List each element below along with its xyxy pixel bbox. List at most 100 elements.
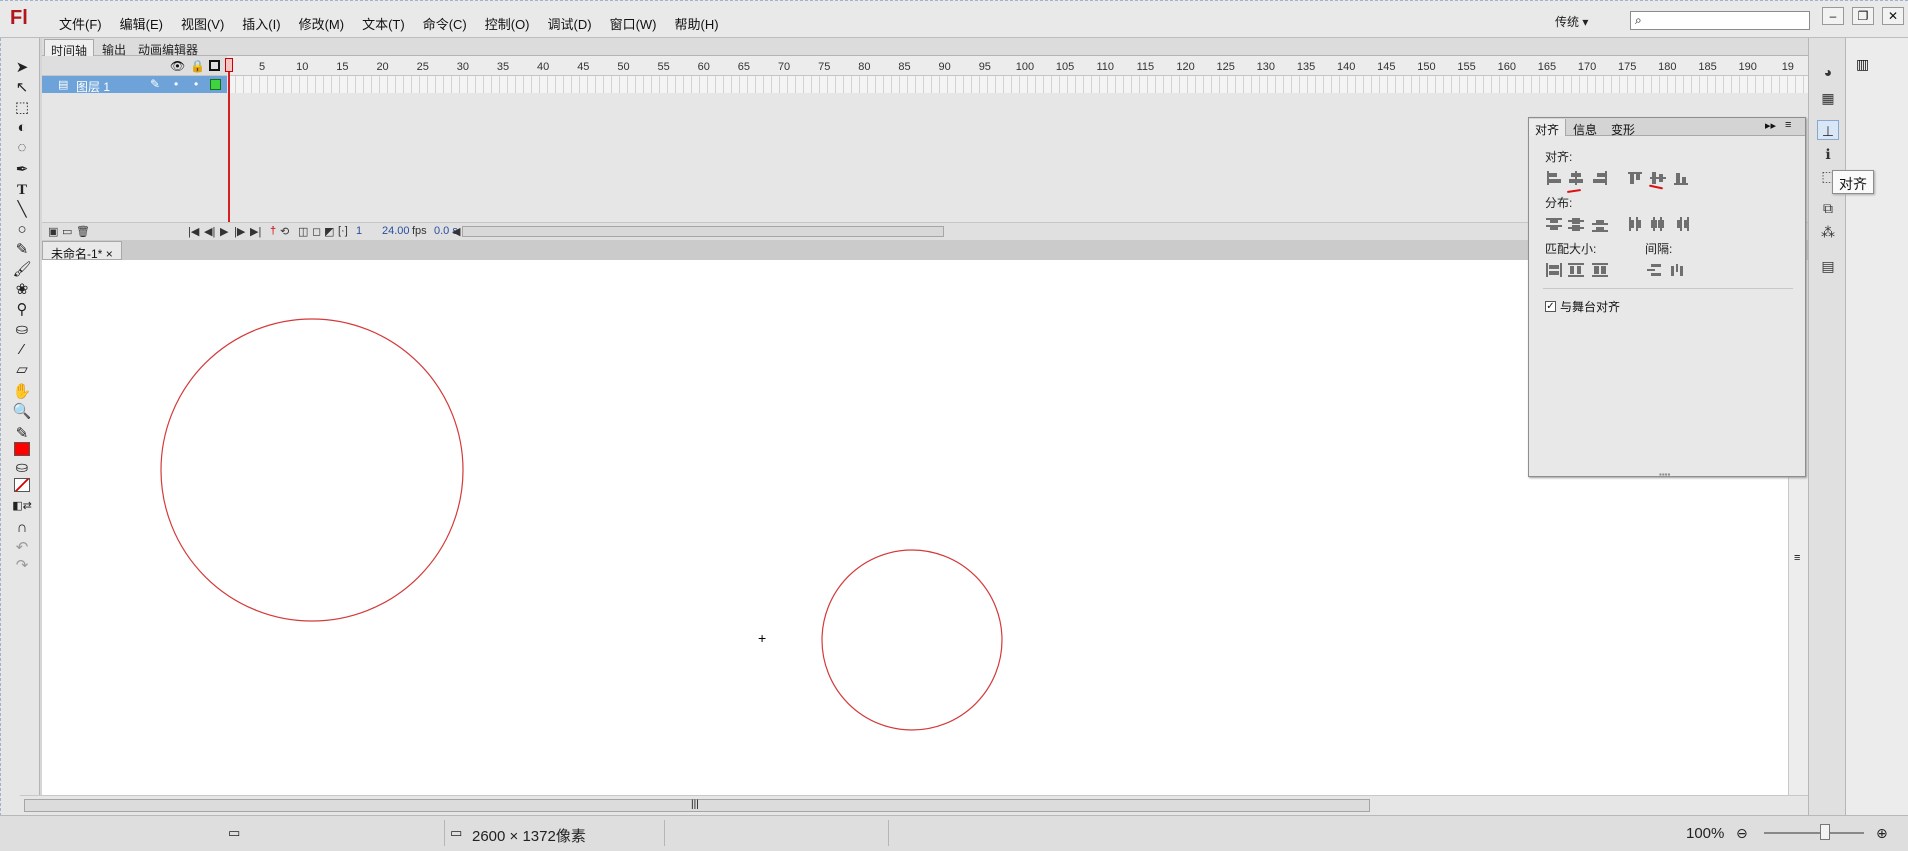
lasso-tool-icon[interactable]: ◌ bbox=[11, 138, 33, 158]
first-frame-icon[interactable]: |◀ bbox=[188, 225, 199, 238]
collapse-panel-icon[interactable]: ▸▸ bbox=[1765, 119, 1776, 132]
prev-frame-icon[interactable]: ◀| bbox=[204, 225, 215, 238]
stroke-color-icon[interactable]: ✎ bbox=[11, 424, 33, 444]
edit-multiple-icon[interactable]: ◩ bbox=[324, 225, 334, 238]
layer-name[interactable]: 图层 1 bbox=[76, 78, 110, 95]
eyedropper-tool-icon[interactable]: ⁄ bbox=[11, 340, 33, 360]
info-panel-icon[interactable]: ℹ bbox=[1817, 144, 1839, 164]
line-tool-icon[interactable]: ╲ bbox=[11, 200, 33, 220]
text-tool-icon[interactable]: T bbox=[11, 180, 33, 200]
space-evenly-vertical-button[interactable] bbox=[1645, 262, 1663, 278]
oval-tool-icon[interactable]: ○ bbox=[11, 220, 33, 240]
minimize-button[interactable]: – bbox=[1822, 7, 1844, 25]
align-to-stage-checkbox[interactable]: ✓ bbox=[1545, 301, 1556, 312]
match-width-button[interactable] bbox=[1545, 262, 1563, 278]
close-tab-icon[interactable]: × bbox=[106, 247, 113, 261]
visible-dot[interactable]: • bbox=[174, 77, 178, 91]
distribute-hcenter-button[interactable] bbox=[1649, 216, 1667, 232]
zoom-tool-icon[interactable]: 🔍 bbox=[11, 402, 33, 422]
distribute-top-button[interactable] bbox=[1545, 216, 1563, 232]
stage[interactable] bbox=[42, 260, 1788, 795]
pencil-tool-icon[interactable]: ✎ bbox=[11, 240, 33, 260]
eraser-tool-icon[interactable]: ▱ bbox=[11, 360, 33, 380]
delete-layer-icon[interactable]: 🗑 bbox=[76, 225, 90, 238]
paint-bucket-tool-icon[interactable]: ⛀ bbox=[11, 320, 33, 340]
pen-tool-icon[interactable]: ✒ bbox=[11, 160, 33, 180]
subselection-tool-icon[interactable]: ↖ bbox=[11, 78, 33, 98]
eye-icon[interactable]: 👁 bbox=[170, 59, 185, 73]
menu-item[interactable]: 命令(C) bbox=[414, 14, 476, 33]
align-panel-icon[interactable]: ⊥ bbox=[1817, 120, 1839, 140]
selection-tool-icon[interactable]: ➤ bbox=[11, 58, 33, 78]
zoom-slider-handle[interactable] bbox=[1820, 824, 1830, 840]
zoom-level[interactable]: 100% bbox=[1686, 825, 1724, 842]
motion-presets-icon[interactable]: ⁂ bbox=[1817, 222, 1839, 242]
layer-outline-color[interactable] bbox=[210, 79, 221, 90]
tab-align[interactable]: 对齐 bbox=[1529, 119, 1567, 137]
color-panel-icon[interactable]: ◕ bbox=[1817, 62, 1839, 82]
new-layer-icon[interactable]: ▣ bbox=[48, 225, 58, 238]
distribute-left-button[interactable] bbox=[1627, 216, 1645, 232]
space-evenly-horizontal-button[interactable] bbox=[1669, 262, 1687, 278]
next-frame-icon[interactable]: |▶ bbox=[234, 225, 245, 238]
lock-icon[interactable]: 🔒 bbox=[190, 59, 205, 73]
align-left-button[interactable] bbox=[1545, 170, 1563, 186]
lock-dot[interactable]: • bbox=[194, 77, 198, 91]
current-frame[interactable]: 1 bbox=[356, 225, 362, 237]
new-folder-icon[interactable]: ▭ bbox=[62, 225, 72, 238]
distribute-vcenter-button[interactable] bbox=[1567, 216, 1585, 232]
align-right-button[interactable] bbox=[1591, 170, 1609, 186]
scroll-left-icon[interactable]: ◀ bbox=[452, 225, 460, 238]
close-button[interactable]: ✕ bbox=[1882, 7, 1904, 25]
vscroll-grip-icon[interactable]: ≡ bbox=[1794, 552, 1800, 564]
menu-item[interactable]: 插入(I) bbox=[233, 14, 289, 33]
onion-markers-icon[interactable]: [·] bbox=[338, 225, 348, 237]
fill-color-swatch[interactable] bbox=[14, 478, 30, 492]
menu-item[interactable]: 调试(D) bbox=[539, 14, 601, 33]
snap-magnet-icon[interactable]: ∩ bbox=[11, 518, 33, 538]
panel-resize-grip-icon[interactable]: ▪▪▪▪ bbox=[1659, 470, 1670, 479]
menu-item[interactable]: 控制(O) bbox=[476, 14, 539, 33]
hand-tool-icon[interactable]: ✋ bbox=[11, 382, 33, 402]
tab-output[interactable]: 输出 bbox=[96, 39, 132, 57]
align-to-stage-option[interactable]: ✓ 与舞台对齐 bbox=[1545, 298, 1620, 315]
center-frame-icon[interactable]: † bbox=[270, 225, 276, 237]
match-height-button[interactable] bbox=[1567, 262, 1585, 278]
menu-item[interactable]: 窗口(W) bbox=[601, 14, 666, 33]
distribute-right-button[interactable] bbox=[1673, 216, 1691, 232]
zoom-slider[interactable] bbox=[1764, 832, 1864, 834]
tab-transform[interactable]: 变形 bbox=[1605, 119, 1641, 137]
help-search-input[interactable]: ⌕ bbox=[1630, 11, 1810, 30]
panel-menu-icon[interactable]: ≡ bbox=[1785, 119, 1791, 131]
distribute-bottom-button[interactable] bbox=[1591, 216, 1609, 232]
stage-hscroll[interactable]: ||| bbox=[20, 795, 1808, 815]
frame-ruler[interactable]: 1510152025303540455055606570758085909510… bbox=[227, 56, 1808, 76]
fill-color-icon[interactable]: ⛀ bbox=[11, 458, 33, 478]
menu-item[interactable]: 帮助(H) bbox=[666, 14, 728, 33]
hscroll-thumb[interactable]: ||| bbox=[24, 799, 1370, 812]
align-top-button[interactable] bbox=[1627, 170, 1645, 186]
menu-item[interactable]: 视图(V) bbox=[172, 14, 233, 33]
brush-tool-icon[interactable]: 🖌 bbox=[11, 260, 33, 280]
menu-item[interactable]: 文件(F) bbox=[50, 14, 111, 33]
properties-icon[interactable]: ▥ bbox=[1856, 56, 1869, 73]
tab-motion-editor[interactable]: 动画编辑器 bbox=[132, 39, 204, 57]
swap-colors-icon[interactable]: ◧⇄ bbox=[11, 496, 33, 516]
align-bottom-button[interactable] bbox=[1673, 170, 1691, 186]
components-panel-icon[interactable]: ⧉ bbox=[1817, 198, 1839, 218]
bone-tool-icon[interactable]: ⚲ bbox=[11, 300, 33, 320]
deco-tool-icon[interactable]: ❀ bbox=[11, 280, 33, 300]
menu-item[interactable]: 修改(M) bbox=[290, 14, 354, 33]
stroke-color-swatch[interactable] bbox=[14, 442, 30, 456]
timeline-hscroll[interactable] bbox=[462, 226, 944, 237]
playhead[interactable] bbox=[225, 58, 233, 240]
workspace-switcher[interactable]: 传统 ▾ bbox=[1555, 13, 1588, 30]
zoom-out-icon[interactable]: ⊖ bbox=[1736, 825, 1748, 842]
frame-row[interactable] bbox=[228, 76, 1808, 93]
onion-outline-icon[interactable]: ◻ bbox=[312, 225, 321, 238]
document-tab[interactable]: 未命名-1* × bbox=[42, 241, 122, 261]
library-panel-icon[interactable]: ▤ bbox=[1817, 256, 1839, 276]
loop-icon[interactable]: ⟲ bbox=[280, 225, 289, 238]
layer-row[interactable]: ▤ 图层 1 ✎ • • bbox=[42, 76, 227, 95]
match-width-height-button[interactable] bbox=[1591, 262, 1609, 278]
